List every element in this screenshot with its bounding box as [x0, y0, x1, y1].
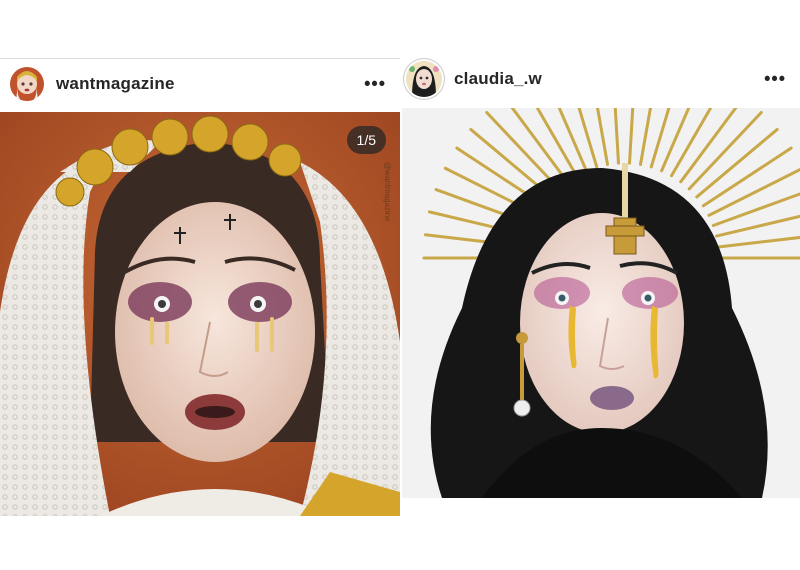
- post-photo[interactable]: [402, 108, 800, 498]
- post-image: [402, 108, 800, 498]
- post-header: wantmagazine •••: [0, 58, 400, 109]
- avatar-image: [10, 67, 44, 101]
- avatar[interactable]: [10, 67, 44, 101]
- post-image: [0, 112, 400, 516]
- username[interactable]: wantmagazine: [56, 74, 175, 94]
- carousel-counter: 1/5: [346, 126, 386, 154]
- post-photo[interactable]: 1/5 @wantmagazine: [0, 112, 400, 516]
- username[interactable]: claudia_.w: [454, 69, 542, 89]
- avatar-image: [406, 61, 442, 97]
- more-options-icon[interactable]: •••: [764, 69, 786, 90]
- post-header: claudia_.w •••: [400, 52, 800, 106]
- avatar[interactable]: [406, 61, 442, 97]
- post-wantmagazine: wantmagazine ••• 1/5 @wantmagazine: [0, 0, 400, 570]
- more-options-icon[interactable]: •••: [364, 74, 386, 95]
- watermark: @wantmagazine: [383, 162, 392, 222]
- post-claudia: claudia_.w •••: [400, 0, 800, 570]
